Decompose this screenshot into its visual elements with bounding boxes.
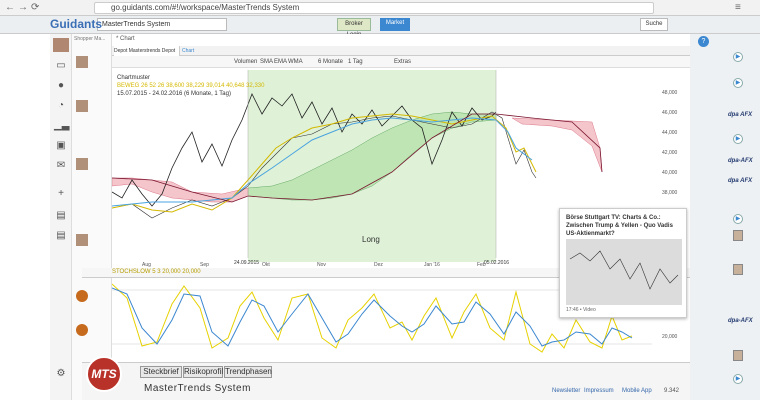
dpa-afx-logo: dpa AFX <box>728 112 753 118</box>
chart-breadcrumb: * Chart <box>116 36 135 42</box>
popup-thumbnail[interactable] <box>566 239 682 305</box>
y-tick: 38,000 <box>662 190 678 196</box>
news-avatar <box>76 158 88 170</box>
tab-trendphasen[interactable]: Trendphasen <box>224 366 272 378</box>
add-icon[interactable]: + <box>54 188 68 200</box>
search-button[interactable]: Suche <box>640 18 668 31</box>
play-icon[interactable]: ▶ <box>733 214 743 224</box>
play-icon[interactable]: ▶ <box>733 52 743 62</box>
author-avatar <box>733 350 743 361</box>
forward-icon[interactable]: → <box>18 2 28 13</box>
news-avatar <box>76 100 88 112</box>
folder2-icon[interactable]: ▤ <box>54 230 68 242</box>
workspace-tab[interactable]: MasterTrends System <box>97 18 227 31</box>
chart-icon[interactable]: ▁▃ <box>54 120 69 132</box>
long-region-label: Long <box>362 235 380 244</box>
y-tick: 48,000 <box>662 90 678 96</box>
right-sidebar: ? ▶ ▶ dpa AFX ▶ dpa-AFX dpa AFX ▶ dpa-AF… <box>690 34 760 400</box>
toolbar-range[interactable]: 6 Monate <box>318 57 343 67</box>
tab-steckbrief[interactable]: Steckbrief <box>140 366 182 378</box>
y-tick: 42,000 <box>662 150 678 156</box>
app-topbar: MasterTrends System Broker Login Market … <box>0 16 760 38</box>
footer-links: Newsletter Impressum Mobile App 9.342 <box>552 388 690 400</box>
popup-title[interactable]: Börse Stuttgart TV: Charts & Co.: Zwisch… <box>566 214 682 238</box>
author-avatar <box>733 230 743 241</box>
legend-ichimoku: BEWEG 26 52 26 38,600 38,229 39,014 40,6… <box>117 83 265 89</box>
news-column: Shopper Ma... <box>72 34 112 400</box>
bottom-title: MasterTrends System <box>144 383 251 394</box>
tab-chart[interactable]: Chart <box>182 46 200 56</box>
toolbar-sma[interactable]: SMA <box>260 57 273 67</box>
toolbar-interval[interactable]: 1 Tag <box>348 57 363 67</box>
menu-icon[interactable]: ≡ <box>735 2 741 13</box>
oscillator-label: STOCHSLOW 5 3 20,000 20,000 <box>112 269 201 275</box>
chart-toolbar: Volumen SMA EMA WMA 6 Monate 1 Tag Extra… <box>112 56 690 68</box>
dpa-afx-logo: dpa-AFX <box>728 318 753 324</box>
news-avatar <box>76 56 88 68</box>
folder-icon[interactable]: ▤ <box>54 210 68 222</box>
y-tick: 44,000 <box>662 130 678 136</box>
popup-thumbnail-chart <box>569 250 679 290</box>
mobile-app-link[interactable]: Mobile App <box>622 388 652 394</box>
market-button[interactable]: Market <box>380 18 410 31</box>
back-icon[interactable]: ← <box>5 2 15 13</box>
dpa-afx-logo: dpa-AFX <box>728 158 753 164</box>
mts-avatar <box>76 324 88 336</box>
impressum-link[interactable]: Impressum <box>584 388 614 394</box>
briefcase-icon[interactable]: ▣ <box>54 140 68 152</box>
pie-icon[interactable]: ◔ <box>54 100 68 112</box>
user-count: 9.342 <box>664 388 680 394</box>
monitor-icon[interactable]: ▭ <box>54 60 68 72</box>
toolbar-wma[interactable]: WMA <box>288 57 303 67</box>
toolbar-volumen[interactable]: Volumen <box>234 57 257 67</box>
toolbar-extras[interactable]: Extras <box>394 57 411 67</box>
y-tick: 46,000 <box>662 110 678 116</box>
play-icon[interactable]: ▶ <box>733 134 743 144</box>
avatar[interactable] <box>53 38 69 52</box>
play-icon[interactable]: ▶ <box>733 78 743 88</box>
newsletter-link[interactable]: Newsletter <box>552 388 580 394</box>
legend-title: Chartmuster <box>117 75 151 81</box>
app-logo: Guidants <box>50 17 103 31</box>
toolbar-ema[interactable]: EMA <box>274 57 287 67</box>
gear-icon[interactable]: ⚙ <box>54 368 68 380</box>
broker-login-button[interactable]: Broker Login <box>337 18 371 38</box>
author-avatar <box>733 264 743 275</box>
tab-depot[interactable]: Depot Masterstrends Depot (ind.) <box>114 46 180 64</box>
chart-legend: Chartmuster BEWEG 26 52 26 38,600 38,229… <box>117 74 264 98</box>
dpa-afx-logo: dpa AFX <box>728 178 753 184</box>
osc-level-label: 20,000 <box>662 334 678 340</box>
news-header: Shopper Ma... <box>74 36 106 42</box>
legend-range: 15.07.2015 - 24.02.2016 (6 Monate, 1 Tag… <box>117 91 231 97</box>
mts-avatar <box>76 290 88 302</box>
help-icon[interactable]: ? <box>698 36 709 47</box>
y-tick: 40,000 <box>662 170 678 176</box>
ichimoku-cloud-red-right <box>511 117 603 173</box>
video-popup[interactable]: Börse Stuttgart TV: Charts & Co.: Zwisch… <box>559 208 687 318</box>
left-sidebar: ▭ ● ◔ ▁▃ ▣ ✉ + ▤ ▤ ⚙ <box>50 34 72 400</box>
date-marker-1: 24.09.2015 <box>234 260 259 266</box>
tab-risikoprofil[interactable]: Risikoprofil <box>183 366 223 378</box>
users-icon[interactable]: ● <box>54 80 68 92</box>
chat-icon[interactable]: ✉ <box>54 160 68 172</box>
reload-icon[interactable]: ⟳ <box>31 2 39 13</box>
date-marker-2: 05.02.2016 <box>484 260 509 266</box>
chart-tabs: Depot Masterstrends Depot (ind.) Chart <box>112 46 690 64</box>
popup-footer: 17:46 • Video <box>566 307 596 313</box>
mts-logo: MTS <box>86 356 122 392</box>
address-bar[interactable]: go.guidants.com/#!/workspace/MasterTrend… <box>94 2 654 14</box>
browser-toolbar: ← → ⟳ go.guidants.com/#!/workspace/Maste… <box>0 0 760 16</box>
play-icon[interactable]: ▶ <box>733 374 743 384</box>
news-avatar <box>76 234 88 246</box>
